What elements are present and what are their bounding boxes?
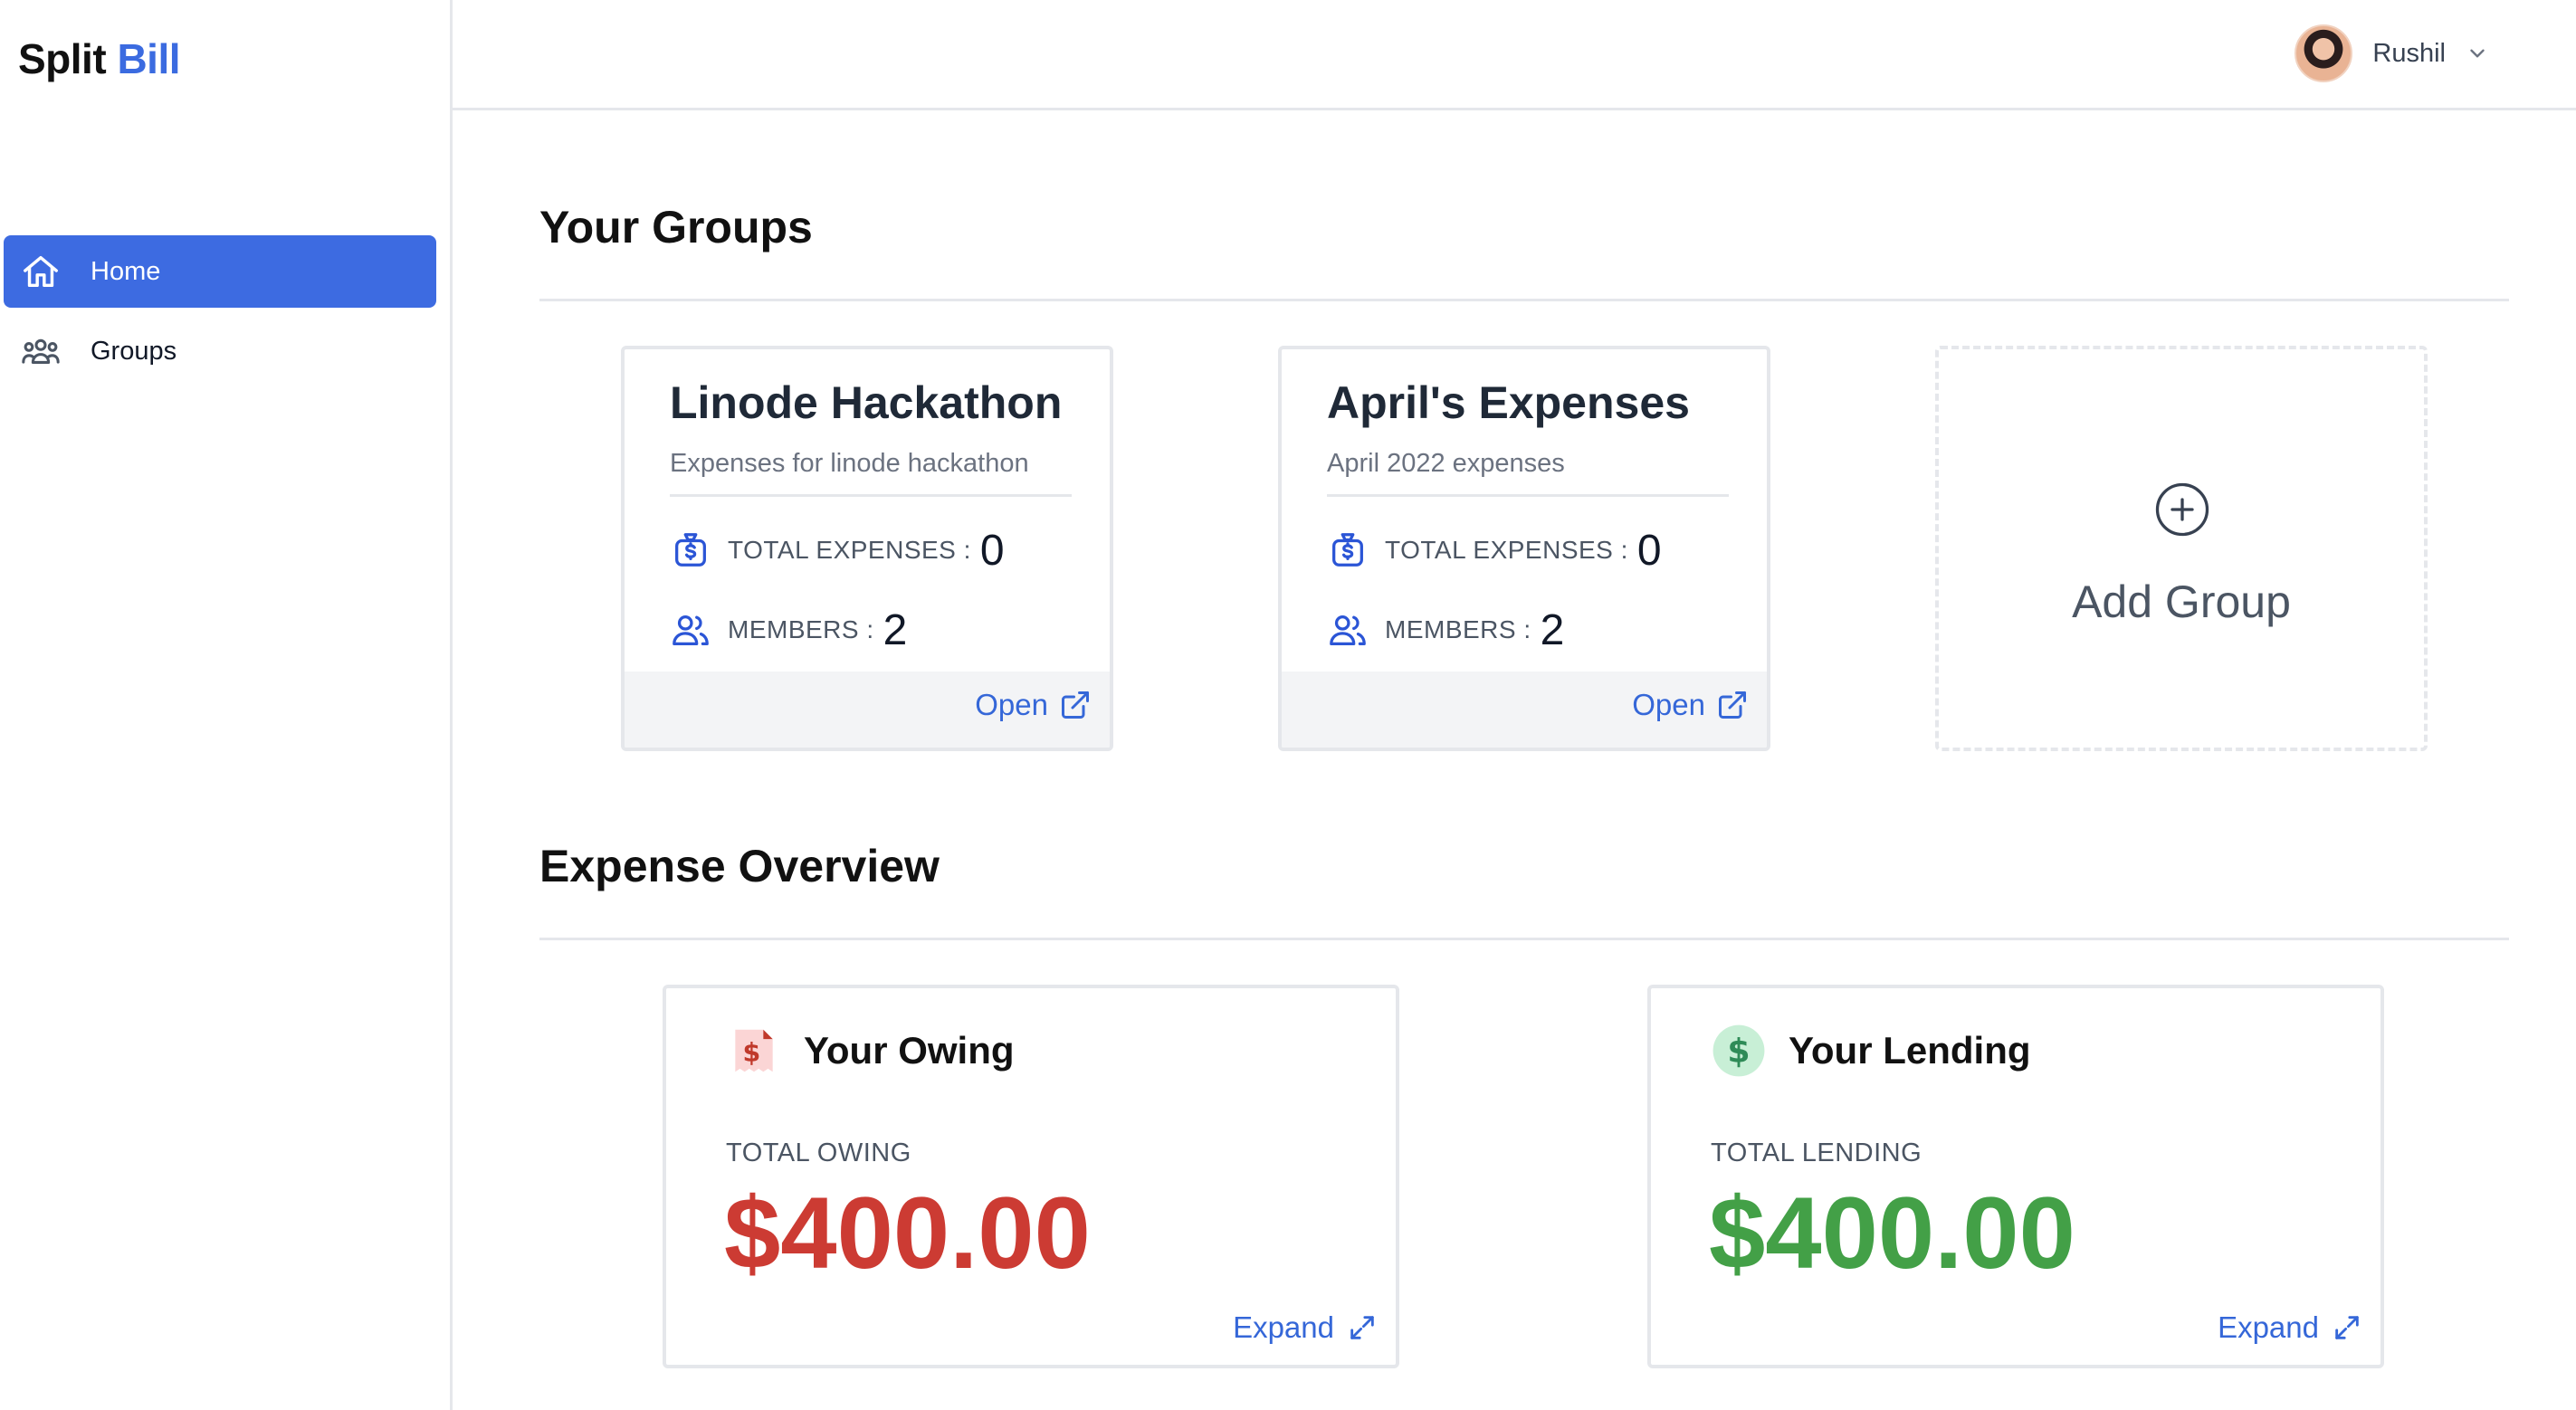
dollar-circle-icon: $ — [1713, 1024, 1765, 1077]
total-lending-amount: $400.00 — [1709, 1177, 2075, 1290]
app-logo[interactable]: Split Bill — [18, 34, 181, 83]
card-footer: Open — [625, 672, 1110, 748]
add-group-label: Add Group — [2072, 576, 2291, 627]
money-bag-icon — [675, 533, 706, 567]
add-group-button[interactable]: Add Group — [1935, 346, 2428, 751]
svg-text:$: $ — [1727, 1032, 1750, 1071]
external-link-icon — [1719, 691, 1746, 719]
lending-card-header: $ Your Lending — [1711, 1023, 2031, 1079]
section-title-groups: Your Groups — [539, 202, 813, 252]
app-root: Split Bill Home Groups Rushil Your Group… — [0, 0, 2576, 1410]
total-lending-label: TOTAL LENDING — [1711, 1138, 1922, 1167]
brand-text-bill: Bill — [117, 35, 181, 82]
group-description: Expenses for linode hackathon — [670, 449, 1029, 478]
open-group-link[interactable]: Open — [1632, 688, 1749, 722]
group-title: April's Expenses — [1327, 377, 1690, 428]
lending-card: $ Your Lending TOTAL LENDING $400.00 Exp… — [1647, 985, 2384, 1368]
group-card: Linode Hackathon Expenses for linode hac… — [621, 346, 1113, 751]
members-value: 2 — [1540, 605, 1565, 654]
sidebar-item-home[interactable]: Home — [4, 235, 436, 308]
open-label: Open — [975, 688, 1048, 721]
sidebar-item-groups[interactable]: Groups — [4, 315, 436, 387]
home-icon — [24, 255, 58, 288]
expand-arrows-icon — [2335, 1316, 2359, 1339]
section-divider — [539, 938, 2509, 940]
total-owing-amount: $400.00 — [724, 1177, 1091, 1290]
external-link-icon — [1062, 691, 1089, 719]
open-label: Open — [1632, 688, 1705, 721]
owing-card: $ Your Owing TOTAL OWING $400.00 Expand — [663, 985, 1399, 1368]
total-expenses-label: TOTAL EXPENSES : — [1385, 536, 1628, 564]
total-expenses-value: 0 — [979, 526, 1005, 575]
expand-label: Expand — [1233, 1310, 1334, 1344]
user-menu[interactable]: Rushil — [2295, 24, 2489, 83]
users-icon — [673, 614, 709, 645]
expand-label: Expand — [2218, 1310, 2319, 1344]
sidebar-item-label: Home — [91, 256, 161, 286]
owing-title: Your Owing — [804, 1029, 1015, 1072]
brand-text-split: Split — [18, 35, 107, 82]
top-bar: Rushil — [453, 0, 2576, 110]
members-label: MEMBERS : — [1385, 615, 1531, 643]
user-name: Rushil — [2372, 38, 2446, 68]
total-expenses-stat: TOTAL EXPENSES : 0 — [1327, 521, 1662, 579]
members-stat: MEMBERS : 2 — [670, 601, 907, 659]
group-card: April's Expenses April 2022 expenses TOT… — [1278, 346, 1770, 751]
expand-owing-link[interactable]: Expand — [1233, 1310, 1378, 1345]
sidebar-item-label: Groups — [91, 336, 177, 366]
card-footer: Open — [1282, 672, 1767, 748]
members-label: MEMBERS : — [728, 615, 874, 643]
open-group-link[interactable]: Open — [975, 688, 1092, 722]
receipt-dollar-icon: $ — [735, 1029, 773, 1072]
section-title-overview: Expense Overview — [539, 841, 940, 891]
users-icon — [22, 338, 60, 364]
card-divider — [1327, 494, 1729, 497]
section-divider — [539, 299, 2509, 301]
owing-card-header: $ Your Owing — [726, 1023, 1015, 1079]
total-expenses-value: 0 — [1636, 526, 1662, 575]
expand-arrows-icon — [1350, 1316, 1374, 1339]
total-owing-label: TOTAL OWING — [726, 1138, 911, 1167]
svg-text:$: $ — [743, 1038, 761, 1068]
group-title: Linode Hackathon — [670, 377, 1063, 428]
members-value: 2 — [883, 605, 908, 654]
plus-circle-icon — [2155, 482, 2209, 537]
total-expenses-stat: TOTAL EXPENSES : 0 — [670, 521, 1005, 579]
group-description: April 2022 expenses — [1327, 449, 1565, 478]
avatar — [2295, 24, 2353, 82]
lending-title: Your Lending — [1789, 1029, 2031, 1072]
total-expenses-label: TOTAL EXPENSES : — [728, 536, 971, 564]
expand-lending-link[interactable]: Expand — [2218, 1310, 2362, 1345]
sidebar: Split Bill Home Groups — [0, 0, 453, 1410]
money-bag-icon — [1332, 533, 1363, 567]
users-icon — [1330, 614, 1366, 645]
card-divider — [670, 494, 1072, 497]
chevron-down-icon — [2470, 49, 2485, 58]
members-stat: MEMBERS : 2 — [1327, 601, 1564, 659]
